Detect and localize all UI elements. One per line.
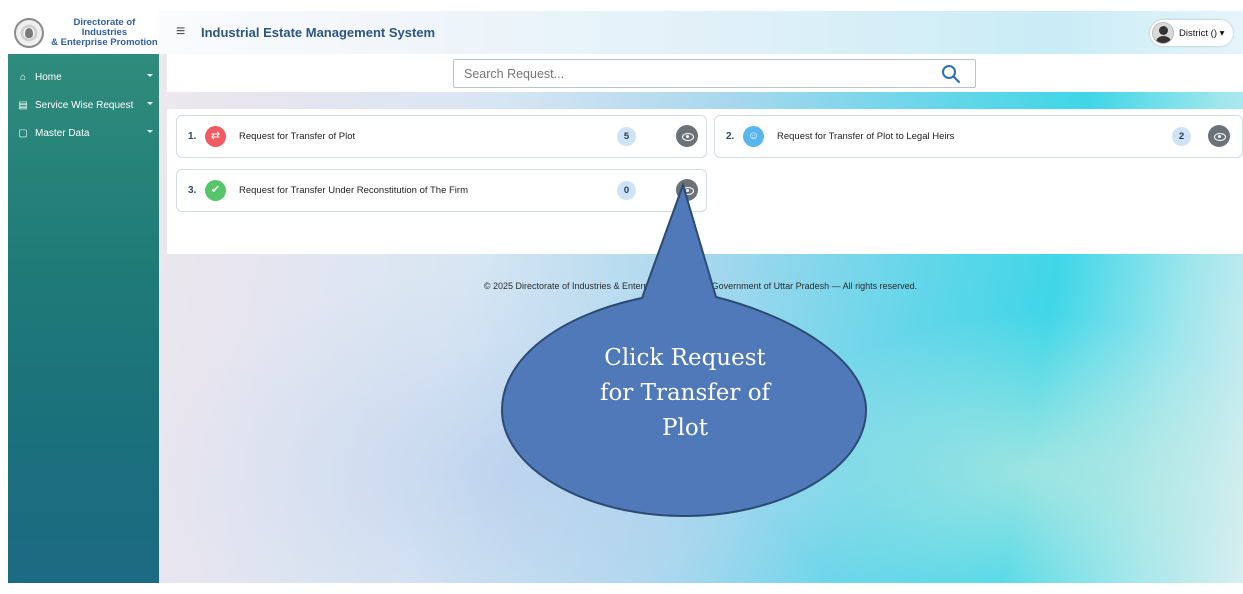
request-label: Request for Transfer of Plot (239, 131, 356, 142)
request-count-badge: 5 (617, 127, 636, 146)
sidebar-item-service-wise-request[interactable]: ▤ Service Wise Request (8, 91, 159, 119)
request-label: Request for Transfer of Plot to Legal He… (777, 131, 955, 142)
request-number: 2. (726, 131, 735, 142)
request-number: 3. (188, 185, 197, 196)
view-eye-icon[interactable] (676, 125, 698, 147)
request-label: Request for Transfer Under Reconstitutio… (239, 185, 468, 196)
state-emblem-icon (14, 17, 44, 48)
app-window: Directorate of Industries & Enterprise P… (8, 11, 1243, 583)
sidebar-item-home[interactable]: ⌂ Home (8, 63, 159, 91)
view-eye-icon[interactable] (1208, 125, 1230, 147)
home-icon: ⌂ (19, 71, 27, 83)
request-count-badge: 2 (1172, 127, 1191, 146)
chevron-down-icon (147, 130, 153, 133)
user-label: District () ▾ (1179, 27, 1225, 39)
sidebar-item-label: Service Wise Request (35, 99, 134, 111)
brand-name: Directorate of Industries & Enterprise P… (50, 16, 159, 48)
footer-copyright: © 2025 Directorate of Industries & Enter… (483, 281, 918, 291)
view-eye-icon[interactable] (676, 179, 698, 201)
request-card-reconstitution-of-firm[interactable]: 3. ✔ Request for Transfer Under Reconsti… (176, 169, 707, 212)
sidebar-item-label: Home (35, 71, 62, 83)
search-bar-row (167, 54, 1243, 92)
search-box[interactable] (453, 59, 976, 88)
request-count-badge: 0 (617, 181, 636, 200)
request-number: 1. (188, 131, 197, 142)
user-avatar-icon (1152, 22, 1174, 44)
document-icon: ▢ (18, 127, 28, 139)
top-header: Directorate of Industries & Enterprise P… (8, 11, 1243, 54)
user-menu-button[interactable]: District () ▾ (1150, 20, 1233, 46)
search-icon[interactable] (941, 64, 961, 84)
sidebar: ⌂ Home ▤ Service Wise Request ▢ Master D… (8, 54, 159, 583)
chevron-down-icon (147, 74, 153, 77)
transfer-arrows-icon: ⇄ (205, 126, 226, 147)
family-icon: ☺ (743, 126, 764, 147)
sidebar-item-master-data[interactable]: ▢ Master Data (8, 119, 159, 147)
search-input[interactable] (464, 67, 904, 81)
request-card-transfer-to-legal-heirs[interactable]: 2. ☺ Request for Transfer of Plot to Leg… (714, 115, 1243, 158)
brand-line-1: Directorate of Industries (73, 16, 136, 38)
list-icon: ▤ (18, 99, 28, 111)
brand-line-2: & Enterprise Promotion (51, 36, 158, 48)
request-panel: 1. ⇄ Request for Transfer of Plot 5 2. ☺… (167, 109, 1243, 254)
menu-toggle-icon[interactable]: ≡ (176, 24, 185, 40)
request-card-transfer-of-plot[interactable]: 1. ⇄ Request for Transfer of Plot 5 (176, 115, 707, 158)
brand-logo-area[interactable]: Directorate of Industries & Enterprise P… (8, 11, 159, 54)
app-title: Industrial Estate Management System (201, 25, 436, 40)
user-check-icon: ✔ (205, 180, 226, 201)
sidebar-item-label: Master Data (35, 127, 90, 139)
chevron-down-icon (147, 102, 153, 105)
